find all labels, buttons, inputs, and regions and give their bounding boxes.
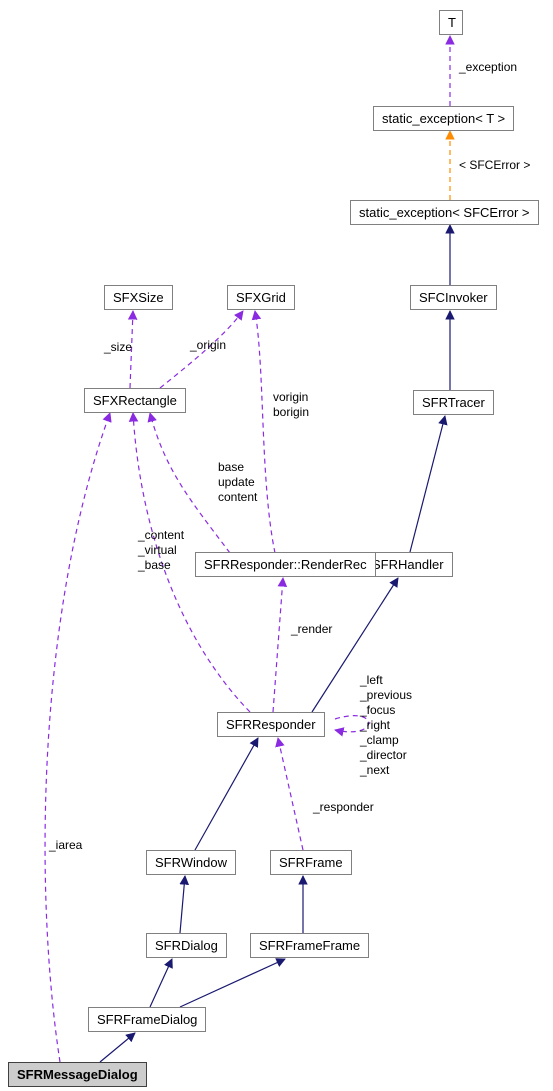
edge-label-exception: _exception xyxy=(459,60,517,75)
edge-label-selfloop: _left _previous _focus _right _clamp _di… xyxy=(360,673,412,778)
edge-label-render: _render xyxy=(291,622,332,637)
node-SFRWindow[interactable]: SFRWindow xyxy=(146,850,236,875)
edge-responder-to-renderrec xyxy=(273,578,283,712)
edge-label-vorigin: vorigin borigin xyxy=(273,390,309,420)
edge-messagedialog-to-rectangle xyxy=(45,413,110,1062)
node-SFRTracer[interactable]: SFRTracer xyxy=(413,390,494,415)
node-SFXGrid[interactable]: SFXGrid xyxy=(227,285,295,310)
node-SFXSize[interactable]: SFXSize xyxy=(104,285,173,310)
edge-dialog-to-window xyxy=(180,876,185,933)
node-SFXRectangle[interactable]: SFXRectangle xyxy=(84,388,186,413)
node-SFRFrame[interactable]: SFRFrame xyxy=(270,850,352,875)
class-diagram: T static_exception< T > static_exception… xyxy=(0,0,553,1091)
edge-framedialog-to-frameframe xyxy=(180,959,285,1007)
edge-messagedialog-to-framedialog xyxy=(100,1033,135,1062)
node-SFRFrameFrame[interactable]: SFRFrameFrame xyxy=(250,933,369,958)
node-static-exception-SFCError[interactable]: static_exception< SFCError > xyxy=(350,200,539,225)
node-SFRDialog[interactable]: SFRDialog xyxy=(146,933,227,958)
node-SFRResponder[interactable]: SFRResponder xyxy=(217,712,325,737)
edge-label-iarea: _iarea xyxy=(49,838,82,853)
edge-framedialog-to-dialog xyxy=(150,959,172,1007)
edge-label-base: base update content xyxy=(218,460,257,505)
node-RenderRec[interactable]: SFRResponder::RenderRec xyxy=(195,552,376,577)
edge-label-responder: _responder xyxy=(313,800,374,815)
edge-label-sfcerror: < SFCError > xyxy=(459,158,530,173)
edge-window-to-responder xyxy=(195,738,258,850)
node-T[interactable]: T xyxy=(439,10,463,35)
node-SFRMessageDialog[interactable]: SFRMessageDialog xyxy=(8,1062,147,1087)
edge-label-cvb: _content _virtual _base xyxy=(138,528,184,573)
node-SFRFrameDialog[interactable]: SFRFrameDialog xyxy=(88,1007,206,1032)
edge-label-origin: _origin xyxy=(190,338,226,353)
edge-handler-to-tracer xyxy=(410,416,445,552)
node-static-exception-T[interactable]: static_exception< T > xyxy=(373,106,514,131)
node-SFRHandler[interactable]: SFRHandler xyxy=(363,552,453,577)
edge-frame-to-responder xyxy=(278,738,303,850)
edge-renderrec-to-grid xyxy=(255,311,275,553)
edge-label-size: _size xyxy=(104,340,132,355)
node-SFCInvoker[interactable]: SFCInvoker xyxy=(410,285,497,310)
